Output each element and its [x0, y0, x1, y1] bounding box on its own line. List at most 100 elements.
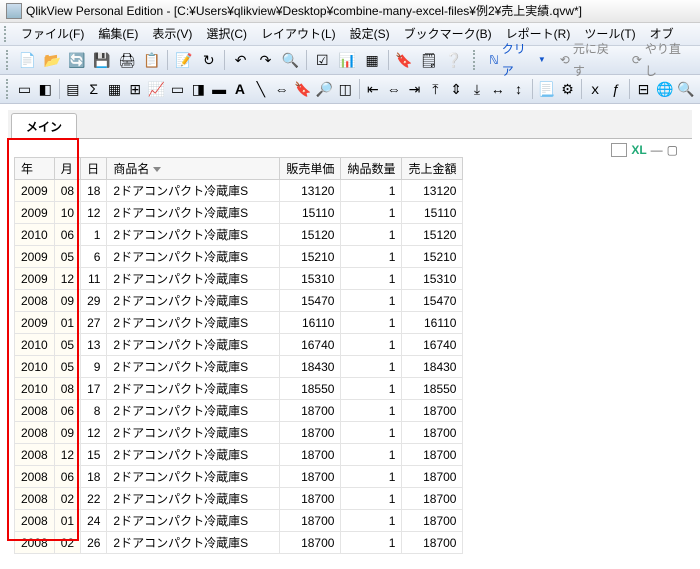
cell-unit-price[interactable]: 13120	[280, 180, 341, 202]
cell-amount[interactable]: 18700	[402, 510, 463, 532]
cell-product[interactable]: 2ドアコンパクト冷蔵庫S	[107, 400, 280, 422]
maximize-icon[interactable]: ▢	[667, 143, 678, 157]
input-icon[interactable]: ▭	[168, 77, 187, 101]
selections-icon[interactable]: ☑	[311, 48, 334, 72]
new-icon[interactable]: 📄	[16, 48, 39, 72]
cell-product[interactable]: 2ドアコンパクト冷蔵庫S	[107, 290, 280, 312]
cell-month[interactable]: 06	[54, 224, 80, 246]
cell-unit-price[interactable]: 18550	[280, 378, 341, 400]
col-month[interactable]: 月	[54, 158, 80, 180]
cell-year[interactable]: 2010	[15, 378, 55, 400]
cell-month[interactable]: 06	[54, 466, 80, 488]
cell-product[interactable]: 2ドアコンパクト冷蔵庫S	[107, 444, 280, 466]
cell-unit-price[interactable]: 18700	[280, 400, 341, 422]
add-sheet-icon[interactable]: ▭	[15, 77, 34, 101]
table-row[interactable]: 200802222ドアコンパクト冷蔵庫S18700118700	[15, 488, 463, 510]
cell-year[interactable]: 2009	[15, 246, 55, 268]
cell-product[interactable]: 2ドアコンパクト冷蔵庫S	[107, 532, 280, 554]
cell-qty[interactable]: 1	[341, 422, 402, 444]
cell-amount[interactable]: 15110	[402, 202, 463, 224]
variable-icon[interactable]: ｘ	[586, 77, 605, 101]
cell-product[interactable]: 2ドアコンパクト冷蔵庫S	[107, 356, 280, 378]
cell-month[interactable]: 10	[54, 202, 80, 224]
cell-day[interactable]: 6	[81, 246, 107, 268]
cell-unit-price[interactable]: 18700	[280, 510, 341, 532]
cell-product[interactable]: 2ドアコンパクト冷蔵庫S	[107, 202, 280, 224]
toolbar-grip[interactable]	[6, 50, 12, 70]
cell-month[interactable]: 01	[54, 312, 80, 334]
minimize-icon[interactable]: —	[651, 143, 663, 157]
search-obj-icon[interactable]: 🔎	[314, 77, 333, 101]
cell-day[interactable]: 12	[81, 422, 107, 444]
cell-day[interactable]: 8	[81, 400, 107, 422]
print-icon[interactable]: 🖨	[116, 48, 139, 72]
doc-props-icon[interactable]: 📃	[537, 77, 556, 101]
table-row[interactable]: 200908182ドアコンパクト冷蔵庫S13120113120	[15, 180, 463, 202]
cell-year[interactable]: 2009	[15, 268, 55, 290]
edit-script-icon[interactable]: 📝	[172, 48, 195, 72]
cell-unit-price[interactable]: 18700	[280, 466, 341, 488]
cell-day[interactable]: 11	[81, 268, 107, 290]
col-product[interactable]: 商品名	[107, 158, 280, 180]
menu-settings[interactable]: 設定(S)	[343, 23, 397, 45]
cell-month[interactable]: 05	[54, 334, 80, 356]
table-row[interactable]: 200910122ドアコンパクト冷蔵庫S15110115110	[15, 202, 463, 224]
cell-day[interactable]: 27	[81, 312, 107, 334]
cell-qty[interactable]: 1	[341, 400, 402, 422]
cell-amount[interactable]: 15210	[402, 246, 463, 268]
cell-day[interactable]: 24	[81, 510, 107, 532]
redo-button[interactable]: ⟳やり直し	[626, 38, 696, 82]
table-row[interactable]: 201005132ドアコンパクト冷蔵庫S16740116740	[15, 334, 463, 356]
align-right-icon[interactable]: ⇥	[405, 77, 424, 101]
align-center-icon[interactable]: ⇔	[384, 77, 403, 101]
table-viewer-icon[interactable]: ⊟	[634, 77, 653, 101]
cell-amount[interactable]: 18550	[402, 378, 463, 400]
cell-qty[interactable]: 1	[341, 224, 402, 246]
table-row[interactable]: 201008172ドアコンパクト冷蔵庫S18550118550	[15, 378, 463, 400]
cell-year[interactable]: 2009	[15, 180, 55, 202]
refresh-icon[interactable]: 🔄	[66, 48, 89, 72]
cell-product[interactable]: 2ドアコンパクト冷蔵庫S	[107, 246, 280, 268]
align-middle-icon[interactable]: ⇕	[447, 77, 466, 101]
col-day[interactable]: 日	[81, 158, 107, 180]
text-icon[interactable]: A	[231, 77, 250, 101]
webview-icon[interactable]: 🌐	[655, 77, 674, 101]
cell-month[interactable]: 01	[54, 510, 80, 532]
table-row[interactable]: 20080682ドアコンパクト冷蔵庫S18700118700	[15, 400, 463, 422]
table-row[interactable]: 20100592ドアコンパクト冷蔵庫S18430118430	[15, 356, 463, 378]
table-row[interactable]: 200802262ドアコンパクト冷蔵庫S18700118700	[15, 532, 463, 554]
cell-amount[interactable]: 18700	[402, 532, 463, 554]
cell-amount[interactable]: 18700	[402, 488, 463, 510]
table-icon[interactable]: ▦	[361, 48, 384, 72]
align-bottom-icon[interactable]: ⤓	[468, 77, 487, 101]
chart-wizard-icon[interactable]: 📊	[336, 48, 359, 72]
table-row[interactable]: 20090562ドアコンパクト冷蔵庫S15210115210	[15, 246, 463, 268]
cell-amount[interactable]: 18700	[402, 444, 463, 466]
cell-day[interactable]: 15	[81, 444, 107, 466]
cell-year[interactable]: 2010	[15, 356, 55, 378]
cell-product[interactable]: 2ドアコンパクト冷蔵庫S	[107, 312, 280, 334]
current-sel-icon[interactable]: ◨	[189, 77, 208, 101]
cell-unit-price[interactable]: 16110	[280, 312, 341, 334]
statbox-icon[interactable]: Σ	[84, 77, 103, 101]
cell-unit-price[interactable]: 18700	[280, 422, 341, 444]
cell-product[interactable]: 2ドアコンパクト冷蔵庫S	[107, 268, 280, 290]
save-icon[interactable]: 💾	[91, 48, 114, 72]
undo-layout-icon[interactable]: ↶	[229, 48, 252, 72]
cell-qty[interactable]: 1	[341, 466, 402, 488]
col-qty[interactable]: 納品数量	[341, 158, 402, 180]
cell-year[interactable]: 2008	[15, 510, 55, 532]
cell-product[interactable]: 2ドアコンパクト冷蔵庫S	[107, 466, 280, 488]
cell-amount[interactable]: 18430	[402, 356, 463, 378]
cell-product[interactable]: 2ドアコンパクト冷蔵庫S	[107, 378, 280, 400]
cell-month[interactable]: 08	[54, 378, 80, 400]
reload-icon[interactable]: ↻	[197, 48, 220, 72]
cell-qty[interactable]: 1	[341, 246, 402, 268]
table-row[interactable]: 200801242ドアコンパクト冷蔵庫S18700118700	[15, 510, 463, 532]
col-amount[interactable]: 売上金額	[402, 158, 463, 180]
cell-qty[interactable]: 1	[341, 268, 402, 290]
cell-unit-price[interactable]: 18700	[280, 488, 341, 510]
cell-year[interactable]: 2008	[15, 422, 55, 444]
align-left-icon[interactable]: ⇤	[363, 77, 382, 101]
cell-day[interactable]: 9	[81, 356, 107, 378]
